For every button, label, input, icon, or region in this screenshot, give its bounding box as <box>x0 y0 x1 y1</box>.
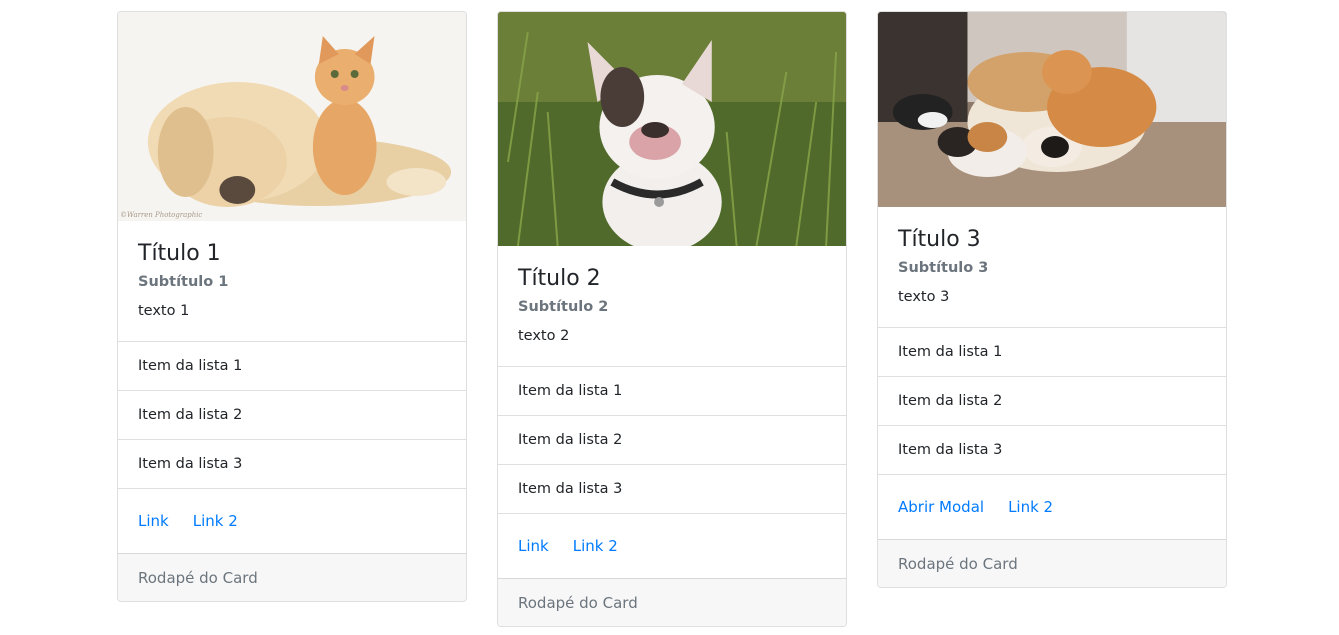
card-subtitle: Subtítulo 2 <box>518 299 609 315</box>
list-item: Item da lista 2 <box>878 377 1226 426</box>
list-item: Item da lista 3 <box>878 426 1226 475</box>
card-3: Título 3 Subtítulo 3 texto 3 Item da lis… <box>877 11 1227 588</box>
card-text: texto 2 <box>518 328 570 344</box>
card-text: texto 3 <box>898 289 950 305</box>
card-subtitle: Subtítulo 1 <box>138 274 229 290</box>
card-body: Título 3 Subtítulo 3 texto 3 <box>878 207 1226 327</box>
list-item: Item da lista 3 <box>498 465 846 514</box>
card-list: Item da lista 1 Item da lista 2 Item da … <box>118 341 466 489</box>
card-link[interactable]: Link <box>518 537 549 555</box>
card-links: Abrir Modal Link 2 <box>878 475 1226 539</box>
card-1: ©Warren Photographic Título 1 Subtítulo … <box>117 11 467 602</box>
card-body: Título 2 Subtítulo 2 texto 2 <box>498 246 846 366</box>
list-item: Item da lista 3 <box>118 440 466 489</box>
card-list: Item da lista 1 Item da lista 2 Item da … <box>498 366 846 514</box>
card-links: Link Link 2 <box>498 514 846 578</box>
card-body: Título 1 Subtítulo 1 texto 1 <box>118 221 466 341</box>
card-text: texto 1 <box>138 303 190 319</box>
card-image <box>498 12 846 246</box>
card-link-2[interactable]: Link 2 <box>573 537 618 555</box>
card-image <box>878 12 1226 207</box>
dog-and-cats-sleeping-photo <box>878 12 1226 207</box>
list-item: Item da lista 1 <box>118 342 466 391</box>
card-links: Link Link 2 <box>118 489 466 553</box>
list-item: Item da lista 2 <box>118 391 466 440</box>
card-link-2[interactable]: Link 2 <box>1008 498 1053 516</box>
list-item: Item da lista 1 <box>498 367 846 416</box>
list-item: Item da lista 1 <box>878 328 1226 377</box>
card-footer: Rodapé do Card <box>118 553 466 601</box>
card-list: Item da lista 1 Item da lista 2 Item da … <box>878 327 1226 475</box>
card-footer: Rodapé do Card <box>878 539 1226 587</box>
card-footer: Rodapé do Card <box>498 578 846 626</box>
card-title: Título 1 <box>138 241 221 266</box>
list-item: Item da lista 2 <box>498 416 846 465</box>
open-modal-link[interactable]: Abrir Modal <box>898 498 984 516</box>
card-image: ©Warren Photographic <box>118 12 466 221</box>
card-link[interactable]: Link <box>138 512 169 530</box>
card-title: Título 3 <box>898 227 981 252</box>
bulldog-in-grass-photo <box>498 12 846 246</box>
card-link-2[interactable]: Link 2 <box>193 512 238 530</box>
card-2: Título 2 Subtítulo 2 texto 2 Item da lis… <box>497 11 847 627</box>
card-title: Título 2 <box>518 266 601 291</box>
dog-and-kitten-photo: ©Warren Photographic <box>118 12 466 221</box>
card-subtitle: Subtítulo 3 <box>898 260 989 276</box>
image-watermark: ©Warren Photographic <box>120 211 202 219</box>
